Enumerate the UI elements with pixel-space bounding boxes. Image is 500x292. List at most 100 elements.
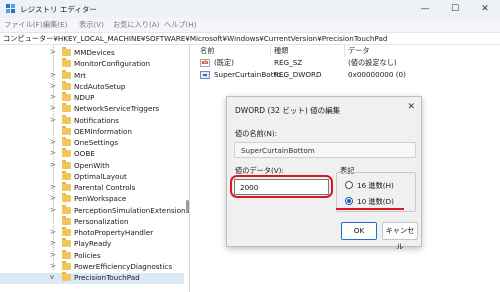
dialog-close-button[interactable]: ✕ xyxy=(407,102,415,112)
decimal-radio-label[interactable]: 10 進数(D) xyxy=(357,197,394,207)
tree-item[interactable]: > MMDevices xyxy=(0,47,184,59)
ok-button[interactable]: OK xyxy=(341,222,377,240)
folder-icon xyxy=(62,58,71,68)
folder-icon xyxy=(62,193,71,203)
annotation-red-underline xyxy=(336,208,404,210)
tree-scrollbar-thumb[interactable] xyxy=(186,200,189,212)
tree-item-label: MonitorConfiguration xyxy=(74,59,151,69)
folder-icon xyxy=(62,114,71,124)
tree-item-label: PerceptionSimulationExtensions xyxy=(74,205,190,215)
tree-item[interactable]: > OOBE xyxy=(0,148,184,160)
folder-icon xyxy=(62,125,71,135)
tree-item-label: OOBE xyxy=(74,149,95,159)
tree-item-label: Notifications xyxy=(74,115,119,125)
registry-tree[interactable]: > MMDevices MonitorConfiguration > Mrt > NcdAu… xyxy=(0,45,190,292)
list-header: 名前 種類 データ xyxy=(192,45,500,57)
value-name-text: SuperCurtainBottom xyxy=(241,146,315,155)
value-type: REG_SZ xyxy=(274,58,303,67)
folder-icon xyxy=(62,238,71,248)
value-data: (値の設定なし) xyxy=(348,58,397,67)
address-bar[interactable]: コンピューター¥HKEY_LOCAL_MACHINE¥SOFTWARE¥Micr… xyxy=(0,32,500,45)
folder-icon xyxy=(62,159,71,169)
folder-icon xyxy=(62,103,71,113)
value-name-label: 値の名前(N): xyxy=(235,129,278,138)
tree-item-label: MMDevices xyxy=(74,48,115,57)
folder-icon xyxy=(62,137,71,146)
tree-item[interactable]: > PenWorkspace xyxy=(0,193,184,205)
value-type: REG_DWORD xyxy=(274,70,322,79)
tree-item[interactable]: > Parental Controls xyxy=(0,182,184,194)
tree-item[interactable]: > Notifications xyxy=(0,114,184,127)
minimize-button[interactable]: — xyxy=(410,0,440,18)
decimal-radio[interactable] xyxy=(345,197,353,205)
tree-item[interactable]: > Mrt xyxy=(0,69,184,82)
hex-radio-label[interactable]: 16 進数(H) xyxy=(357,181,394,191)
folder-icon xyxy=(62,215,71,225)
tree-item-label: NetworkServiceTriggers xyxy=(74,104,160,114)
folder-icon xyxy=(62,148,71,158)
tree-item-label: Parental Controls xyxy=(74,183,136,192)
tree-item[interactable]: OEMInformation xyxy=(0,125,184,138)
tree-item[interactable]: v PrecisionTouchPad xyxy=(0,272,184,284)
tree-item-label: OEMInformation xyxy=(74,126,133,136)
menu-file[interactable]: ファイル(F) xyxy=(4,20,43,30)
tree-item[interactable]: > PowerEfficiencyDiagnostics xyxy=(0,260,184,273)
value-name-field: SuperCurtainBottom xyxy=(234,142,416,158)
folder-icon xyxy=(62,249,71,259)
header-type[interactable]: 種類 xyxy=(274,46,288,56)
menu-help[interactable]: ヘルプ(H) xyxy=(164,20,197,30)
cancel-button[interactable]: キャンセル xyxy=(382,222,418,251)
tree-item[interactable]: > OneSettings xyxy=(0,137,184,149)
close-button[interactable]: ✕ xyxy=(470,0,500,18)
tree-item[interactable]: OptimalLayout xyxy=(0,170,184,183)
folder-icon xyxy=(62,80,71,90)
tree-item-label: NDUP xyxy=(74,93,95,102)
tree-item-label: PrecisionTouchPad xyxy=(74,273,140,282)
folder-icon xyxy=(62,227,71,236)
column-separator[interactable] xyxy=(270,45,271,57)
folder-icon xyxy=(62,47,71,56)
maximize-button[interactable]: ☐ xyxy=(440,0,470,18)
list-row[interactable]: ab (既定) REG_SZ (値の設定なし) xyxy=(192,58,500,69)
tree-item[interactable]: > NDUP xyxy=(0,92,184,104)
menu-favorites[interactable]: お気に入り(A) xyxy=(113,20,159,30)
folder-icon xyxy=(62,170,71,180)
folder-icon xyxy=(62,260,71,270)
tree-item-label: Mrt xyxy=(74,70,86,80)
tree-item-label: PenWorkspace xyxy=(74,194,127,204)
tree-item[interactable]: MonitorConfiguration xyxy=(0,58,184,70)
registry-editor-icon xyxy=(6,4,15,13)
tree-item[interactable]: > PlayReady xyxy=(0,238,184,250)
header-name[interactable]: 名前 xyxy=(200,46,214,56)
header-data[interactable]: データ xyxy=(348,46,370,56)
tree-item[interactable]: > NcdAutoSetup xyxy=(0,80,184,93)
tree-item[interactable]: > PerceptionSimulationExtensions xyxy=(0,204,189,217)
folder-icon xyxy=(62,69,71,79)
edit-dword-dialog: DWORD (32 ビット) 値の編集 ✕ 値の名前(N): SuperCurt… xyxy=(226,96,422,251)
tree-item-label: PhotoPropertyHandler xyxy=(74,228,154,237)
folder-icon xyxy=(62,272,71,281)
folder-icon xyxy=(62,204,71,214)
hex-radio[interactable] xyxy=(345,181,353,189)
string-value-icon: ab xyxy=(200,59,210,67)
tree-item-label: OpenWith xyxy=(74,160,110,170)
folder-icon xyxy=(62,182,71,191)
list-row[interactable]: SuperCurtainBotto... REG_DWORD 0x0000000… xyxy=(192,70,500,81)
tree-item-label: PlayReady xyxy=(74,239,112,249)
tree-item[interactable]: > NetworkServiceTriggers xyxy=(0,103,184,115)
dword-value-icon xyxy=(200,71,210,79)
menu-edit[interactable]: 編集(E) xyxy=(43,20,68,30)
dialog-title: DWORD (32 ビット) 値の編集 xyxy=(235,106,341,115)
menu-view[interactable]: 表示(V) xyxy=(79,20,104,30)
tree-item[interactable]: > Policies xyxy=(0,249,184,262)
column-separator[interactable] xyxy=(344,45,345,57)
tree-item-label: NcdAutoSetup xyxy=(74,81,126,91)
chevron-down-icon[interactable]: v xyxy=(50,273,54,281)
title-bar: レジストリ エディター — ☐ ✕ xyxy=(0,0,500,18)
tree-item[interactable]: > PhotoPropertyHandler xyxy=(0,227,184,239)
tree-item-label: OptimalLayout xyxy=(74,171,127,181)
tree-item[interactable]: > OpenWith xyxy=(0,159,184,172)
address-path[interactable]: コンピューター¥HKEY_LOCAL_MACHINE¥SOFTWARE¥Micr… xyxy=(3,34,387,44)
value-name: (既定) xyxy=(214,58,234,67)
tree-item[interactable]: Personalization xyxy=(0,215,184,228)
